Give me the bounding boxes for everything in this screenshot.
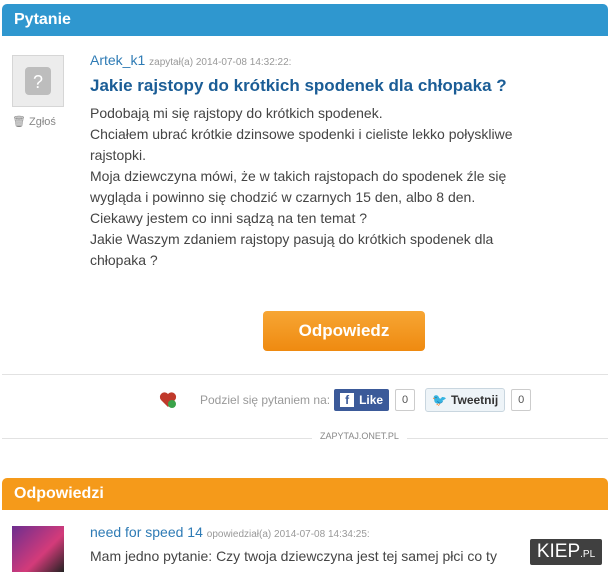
share-label: Podziel się pytaniem na: bbox=[200, 393, 331, 407]
tweet-count: 0 bbox=[511, 389, 532, 411]
answer-author-name[interactable]: need for speed 14 bbox=[90, 524, 203, 540]
answer-timestamp: opowiedział(a) 2014-07-08 14:34:25: bbox=[206, 529, 370, 540]
twitter-bird-icon: 🐦 bbox=[432, 393, 448, 407]
author-name[interactable]: Artek_k1 bbox=[90, 52, 145, 68]
body-line: Ciekawy jestem co inni sądzą na ten tema… bbox=[90, 210, 368, 226]
question-title[interactable]: Jakie rajstopy do krótkich spodenek dla … bbox=[90, 76, 507, 96]
tweet-button[interactable]: 🐦 Tweetnij bbox=[425, 388, 506, 412]
body-line: Jakie Waszym zdaniem rajstopy pasują do … bbox=[90, 231, 494, 247]
body-line: chłopaka ? bbox=[90, 252, 158, 268]
question-body: Podobają mi się rajstopy do krótkich spo… bbox=[90, 103, 560, 271]
body-line: rajstopki. bbox=[90, 147, 147, 163]
trash-icon: 🗑 bbox=[12, 116, 26, 128]
divider bbox=[2, 438, 608, 439]
answers-section-header: Odpowiedzi bbox=[2, 478, 608, 510]
answer-author-avatar[interactable] bbox=[12, 526, 64, 572]
svg-text:?: ? bbox=[33, 72, 43, 92]
body-line: Chciałem ubrać krótkie dzinsowe spodenki… bbox=[90, 126, 513, 142]
divider bbox=[2, 374, 608, 375]
question-section-header: Pytanie bbox=[2, 4, 608, 36]
heart-icon[interactable] bbox=[158, 390, 178, 410]
body-line: wygląda i powinno się chodzić w czarnych… bbox=[90, 189, 476, 205]
body-line: Podobają mi się rajstopy do krótkich spo… bbox=[90, 105, 383, 121]
facebook-like-count: 0 bbox=[395, 389, 416, 411]
answer-button[interactable]: Odpowiedz bbox=[263, 311, 425, 351]
answer-meta: need for speed 14 opowiedział(a) 2014-07… bbox=[90, 524, 370, 540]
report-link[interactable]: 🗑 Zgłoś bbox=[12, 115, 56, 128]
asked-timestamp: zapytał(a) 2014-07-08 14:32:22: bbox=[149, 57, 292, 68]
facebook-icon: f bbox=[340, 393, 355, 407]
site-brand: ZAPYTAJ.ONET.PL bbox=[312, 431, 407, 441]
facebook-like-button[interactable]: f Like bbox=[334, 389, 390, 411]
default-avatar-icon: ? bbox=[25, 67, 51, 95]
kiep-watermark: KIEP.PL bbox=[530, 539, 602, 565]
answer-text: Mam jedno pytanie: Czy twoja dziewczyna … bbox=[90, 548, 497, 564]
share-bar: Podziel się pytaniem na: f Like 0 🐦 Twee… bbox=[158, 388, 532, 412]
author-avatar[interactable]: ? bbox=[12, 55, 64, 107]
body-line: Moja dziewczyna mówi, że w takich rajsto… bbox=[90, 168, 507, 184]
question-meta: Artek_k1 zapytał(a) 2014-07-08 14:32:22: bbox=[90, 52, 291, 68]
